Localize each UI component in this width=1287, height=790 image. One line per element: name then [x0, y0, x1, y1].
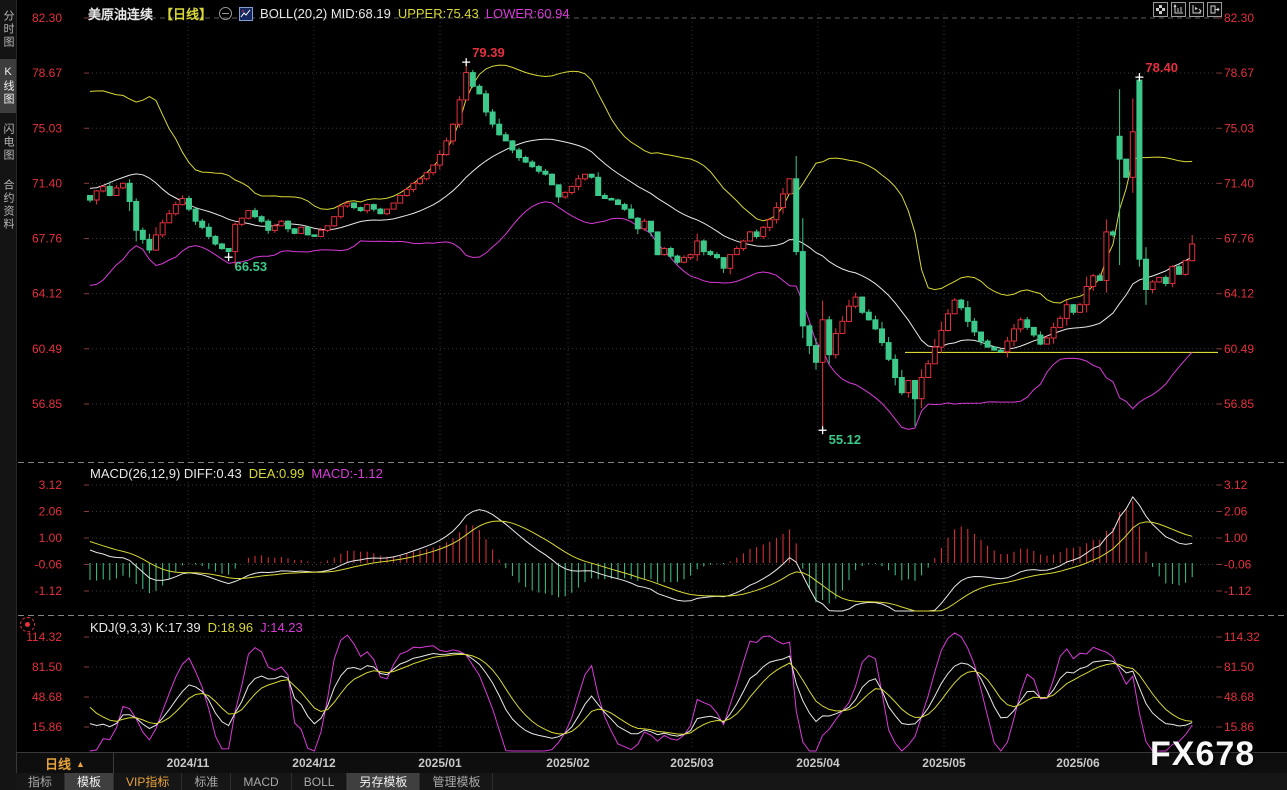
macd-diff-value: MACD(26,12,9) DIFF:0.43	[90, 466, 242, 481]
candlestick-series	[88, 62, 1195, 430]
boll-values: BOLL(20,2) MID:68.19	[260, 6, 391, 21]
y-axis-label: -1.12	[35, 584, 63, 598]
y-axis-label: 15.86	[1224, 720, 1254, 734]
red-alarm-icon[interactable]	[20, 617, 35, 632]
kdj-panel	[90, 633, 1192, 751]
macd-header: MACD(26,12,9) DIFF:0.43 DEA:0.99 MACD:-1…	[90, 466, 383, 481]
x-axis-row: 日线 ▲ 2024/11 2024/12 2025/01 2025/02 2025/03…	[16, 752, 1287, 775]
y-axis-label: -0.06	[1224, 558, 1252, 572]
crosshair-icon[interactable]	[1153, 2, 1168, 17]
toolbar-item-macd[interactable]: MACD	[231, 773, 291, 790]
zoom-in-chart-icon[interactable]	[1171, 2, 1186, 17]
kdj-j-value: J:14.23	[260, 620, 303, 635]
y-axis-label: 67.76	[1224, 232, 1254, 246]
x-axis-label: 2024/11	[167, 756, 210, 770]
x-axis-label: 2024/12	[292, 756, 335, 770]
chart-canvas[interactable]: 82.30 82.30 78.67 78.67 75.03 75.03 71.40 71.40…	[0, 0, 1287, 790]
macd-dea-value: DEA:0.99	[249, 466, 305, 481]
y-axis-label: 64.12	[1224, 287, 1254, 301]
chart-tools	[1153, 2, 1222, 17]
period-selector-label: 日线	[45, 754, 71, 773]
sidebar-item-contract-info[interactable]: 合约资料	[0, 172, 16, 238]
y-axis-label: 15.86	[32, 720, 62, 734]
boll-lower-value: LOWER:60.94	[486, 6, 570, 21]
extreme-price-label: 78.40	[1145, 60, 1178, 75]
boll-bands	[90, 65, 1192, 429]
period-tag: 【日线】	[160, 4, 212, 23]
collapse-panel-icon[interactable]	[1207, 2, 1222, 17]
watermark-logo: FX678	[1150, 735, 1255, 774]
chevron-up-icon: ▲	[76, 759, 85, 769]
zoom-out-icon[interactable]	[219, 7, 232, 20]
y-axis-label: 82.30	[1224, 11, 1254, 25]
x-axis-label: 2025/01	[418, 756, 461, 770]
symbol-name: 美原油连续	[88, 4, 153, 23]
toolbar-item-standard[interactable]: 标准	[182, 773, 231, 790]
y-axis-label: 56.85	[32, 397, 62, 411]
y-axis-label: 1.00	[1224, 531, 1248, 545]
toolbar-item-templates[interactable]: 模板	[65, 773, 114, 790]
y-axis-label: 78.67	[32, 66, 62, 80]
app-window: 82.30 82.30 78.67 78.67 75.03 75.03 71.40 71.40…	[0, 0, 1287, 790]
mini-chart-icon[interactable]	[239, 7, 253, 21]
y-axis-label: 56.85	[1224, 397, 1254, 411]
bottom-toolbar: 指标模板VIP指标标准MACDBOLL另存模板管理模板	[16, 773, 1287, 790]
left-sidebar: 分时图 K线图 闪电图 合约资料	[0, 0, 17, 790]
y-axis-label: 3.12	[39, 478, 63, 492]
y-axis-label: 2.06	[1224, 505, 1248, 519]
extreme-price-label: 55.12	[829, 432, 862, 447]
extreme-price-label: 79.39	[472, 45, 505, 60]
toolbar-item-vip-indicators[interactable]: VIP指标	[114, 773, 182, 790]
kdj-d-value: D:18.96	[208, 620, 254, 635]
y-axis-label: 75.03	[32, 121, 62, 135]
y-axis-label: 48.68	[1224, 690, 1254, 704]
y-axis-label: 2.06	[39, 505, 63, 519]
toolbar-item-indicators[interactable]: 指标	[16, 773, 65, 790]
kdj-k-value: KDJ(9,3,3) K:17.39	[90, 620, 201, 635]
grid-lines	[18, 14, 1285, 750]
y-axis-label: 67.76	[32, 232, 62, 246]
macd-hist-value: MACD:-1.12	[311, 466, 383, 481]
y-axis-label: -1.12	[1224, 584, 1252, 598]
x-axis-label: 2025/02	[546, 756, 589, 770]
y-axis-label: 71.40	[32, 176, 62, 190]
x-axis-label: 2025/04	[796, 756, 839, 770]
macd-panel	[90, 497, 1192, 611]
y-axis-label: 3.12	[1224, 478, 1248, 492]
y-axis-label: 60.49	[1224, 342, 1254, 356]
y-axis-label: 114.32	[26, 630, 62, 644]
y-axis-label: 81.50	[32, 660, 62, 674]
y-axis-label: 64.12	[32, 287, 62, 301]
toolbar-item-manage-template[interactable]: 管理模板	[420, 773, 493, 790]
sidebar-item-time-share-chart[interactable]: 分时图	[0, 3, 16, 56]
sidebar-item-candlestick-chart[interactable]: K线图	[0, 59, 16, 113]
boll-upper-value: UPPER:75.43	[398, 6, 479, 21]
extreme-price-label: 66.53	[235, 259, 268, 274]
y-axis-label: 114.32	[1224, 630, 1260, 644]
y-axis-label: 60.49	[32, 342, 62, 356]
y-axis-label: 71.40	[1224, 176, 1254, 190]
sidebar-item-lightning-chart[interactable]: 闪电图	[0, 116, 16, 169]
x-axis-label: 2025/05	[922, 756, 965, 770]
y-axis-label: -0.06	[35, 558, 63, 572]
period-selector[interactable]: 日线 ▲	[16, 753, 114, 774]
x-axis-label: 2025/03	[670, 756, 713, 770]
toolbar-item-boll[interactable]: BOLL	[292, 773, 348, 790]
main-chart-header: 美原油连续 【日线】 BOLL(20,2) MID:68.19 UPPER:75…	[88, 4, 570, 23]
y-axis-label: 81.50	[1224, 660, 1254, 674]
y-axis-label: 78.67	[1224, 66, 1254, 80]
toolbar-item-save-template[interactable]: 另存模板	[347, 773, 420, 790]
y-axis-label: 75.03	[1224, 121, 1254, 135]
y-axis-label: 1.00	[39, 531, 63, 545]
zoom-out-chart-icon[interactable]	[1189, 2, 1204, 17]
kdj-header: KDJ(9,3,3) K:17.39 D:18.96 J:14.23	[90, 620, 303, 635]
y-axis-label: 82.30	[32, 11, 62, 25]
x-axis-label: 2025/06	[1056, 756, 1099, 770]
y-axis-label: 48.68	[32, 690, 62, 704]
